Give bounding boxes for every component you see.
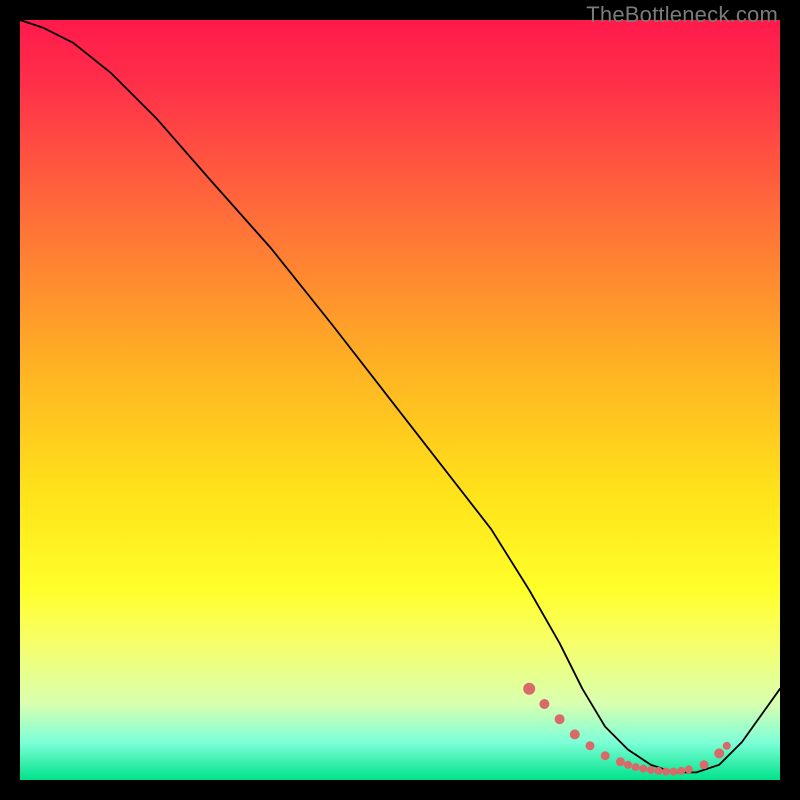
marker-dot <box>700 760 709 769</box>
marker-dot <box>677 767 685 775</box>
marker-dot <box>647 766 655 774</box>
marker-dot <box>714 748 724 758</box>
marker-dot <box>570 729 580 739</box>
marker-dot <box>624 761 632 769</box>
marker-dot <box>662 768 670 776</box>
chart-overlay <box>20 20 780 780</box>
plot-area <box>20 20 780 780</box>
marker-dot <box>555 714 565 724</box>
marker-dot <box>616 757 625 766</box>
marker-dot <box>523 683 535 695</box>
marker-dot <box>723 742 731 750</box>
marker-dot <box>670 768 678 776</box>
marker-dot <box>639 765 647 773</box>
marker-dot <box>586 741 595 750</box>
curve-path <box>20 20 780 772</box>
chart-stage: TheBottleneck.com <box>0 0 800 800</box>
marker-dot <box>654 767 662 775</box>
marker-dot <box>632 763 640 771</box>
marker-dot <box>539 699 549 709</box>
marker-dot <box>685 765 693 773</box>
watermark-text: TheBottleneck.com <box>586 2 778 28</box>
marker-group <box>523 683 731 776</box>
marker-dot <box>601 751 610 760</box>
